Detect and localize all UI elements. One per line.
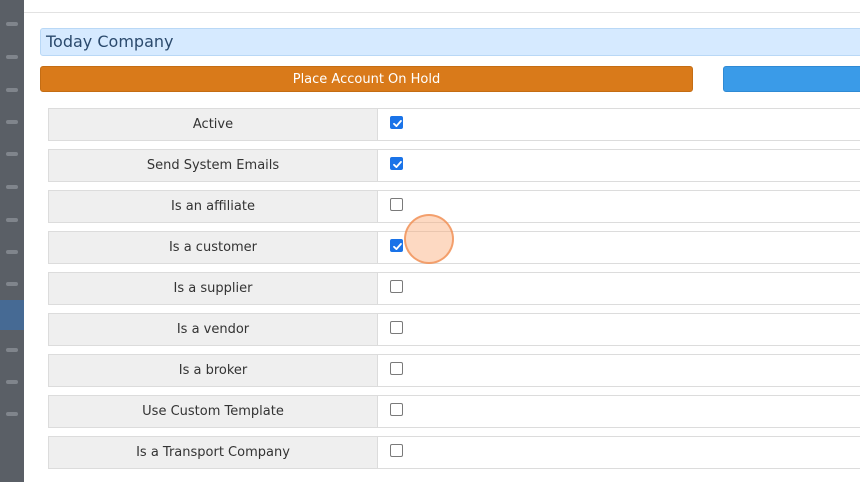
checkbox-unchecked[interactable] [390, 444, 403, 457]
sidebar-active-item[interactable] [0, 300, 24, 330]
sidebar-icon [6, 22, 18, 26]
setting-label: Is an affiliate [48, 190, 378, 223]
setting-label: Send System Emails [48, 149, 378, 182]
settings-row: Is a broker [48, 354, 860, 387]
setting-value-cell [378, 272, 860, 305]
checkbox-unchecked[interactable] [390, 280, 403, 293]
company-title-bar: Today Company [40, 28, 860, 56]
setting-value-cell [378, 313, 860, 346]
setting-label: Active [48, 108, 378, 141]
setting-value-cell [378, 354, 860, 387]
sidebar-icon [6, 120, 18, 124]
sidebar-icon [6, 218, 18, 222]
sidebar-icon [6, 88, 18, 92]
top-strip [24, 0, 860, 13]
settings-table: Active Send System Emails Is an affiliate I… [48, 108, 860, 477]
secondary-action-button[interactable] [723, 66, 860, 92]
settings-row: Is a vendor [48, 313, 860, 346]
setting-value-cell [378, 231, 860, 264]
sidebar-icon [6, 412, 18, 416]
setting-label: Is a supplier [48, 272, 378, 305]
checkbox-checked[interactable] [390, 116, 403, 129]
checkbox-unchecked[interactable] [390, 198, 403, 211]
sidebar-icon [6, 250, 18, 254]
settings-row: Send System Emails [48, 149, 860, 182]
setting-label: Use Custom Template [48, 395, 378, 428]
sidebar-icon [6, 380, 18, 384]
setting-value-cell [378, 395, 860, 428]
settings-row: Is an affiliate [48, 190, 860, 223]
setting-label: Is a Transport Company [48, 436, 378, 469]
settings-row: Is a Transport Company [48, 436, 860, 469]
sidebar-icon [6, 55, 18, 59]
setting-label: Is a broker [48, 354, 378, 387]
settings-row: Use Custom Template [48, 395, 860, 428]
setting-label: Is a customer [48, 231, 378, 264]
setting-value-cell [378, 108, 860, 141]
setting-value-cell [378, 190, 860, 223]
sidebar-icon [6, 348, 18, 352]
checkbox-unchecked[interactable] [390, 362, 403, 375]
sidebar-icon [6, 185, 18, 189]
checkbox-unchecked[interactable] [390, 403, 403, 416]
setting-value-cell [378, 436, 860, 469]
company-name: Today Company [46, 32, 174, 51]
left-sidebar-gutter [0, 0, 24, 482]
setting-value-cell [378, 149, 860, 182]
sidebar-icon [6, 152, 18, 156]
checkbox-checked[interactable] [390, 157, 403, 170]
sidebar-icon [6, 282, 18, 286]
settings-row: Is a supplier [48, 272, 860, 305]
checkbox-checked[interactable] [390, 239, 403, 252]
settings-row: Active [48, 108, 860, 141]
checkbox-unchecked[interactable] [390, 321, 403, 334]
settings-row: Is a customer [48, 231, 860, 264]
setting-label: Is a vendor [48, 313, 378, 346]
place-account-on-hold-button[interactable]: Place Account On Hold [40, 66, 693, 92]
